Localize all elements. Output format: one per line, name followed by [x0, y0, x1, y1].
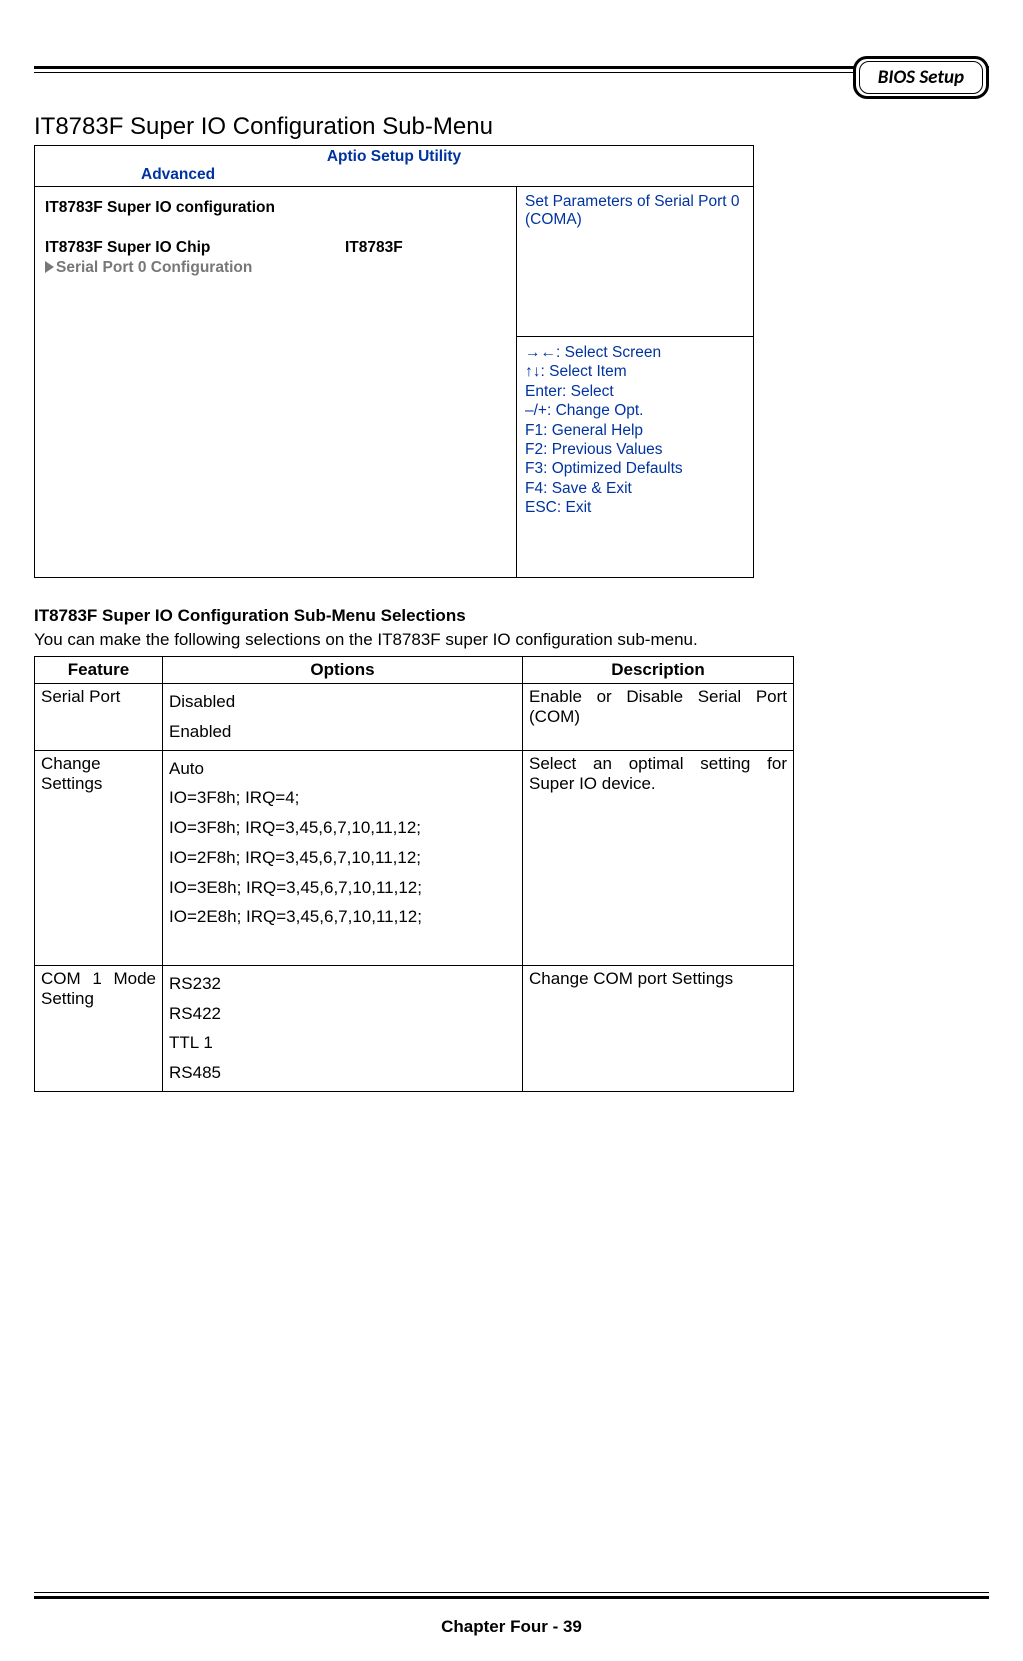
col-description: Description: [523, 657, 794, 684]
cell-description: Enable or Disable Serial Port (COM): [523, 684, 794, 751]
option-item: RS485: [169, 1058, 516, 1088]
cell-description: Change COM port Settings: [523, 965, 794, 1091]
option-item: Disabled: [169, 687, 516, 717]
bios-config-heading: IT8783F Super IO configuration: [45, 199, 506, 217]
key-hint: →←: Select Screen: [525, 343, 745, 362]
table-row: COM 1 Mode Setting RS232 RS422 TTL 1 RS4…: [35, 965, 794, 1091]
footer-divider: [34, 1592, 989, 1599]
key-hint: ↑↓: Select Item: [525, 362, 745, 381]
col-options: Options: [163, 657, 523, 684]
header-divider: [34, 66, 989, 73]
bios-help-text: Set Parameters of Serial Port 0 (COMA): [525, 193, 740, 228]
selections-table: Feature Options Description Serial Port …: [34, 656, 794, 1092]
bios-chip-value: IT8783F: [345, 239, 403, 257]
cell-feature: COM 1 Mode Setting: [35, 965, 163, 1091]
cell-options: Auto IO=3F8h; IRQ=4; IO=3F8h; IRQ=3,45,6…: [163, 750, 523, 965]
cell-description: Select an optimal setting for Super IO d…: [523, 750, 794, 965]
cell-feature: Serial Port: [35, 684, 163, 751]
bios-help-panel: Set Parameters of Serial Port 0 (COMA): [517, 187, 753, 337]
selections-intro: You can make the following selections on…: [34, 630, 989, 650]
bios-key-legend: →←: Select Screen ↑↓: Select Item Enter:…: [517, 337, 753, 577]
option-item: IO=3F8h; IRQ=4;: [169, 783, 516, 813]
bios-screen: Aptio Setup Utility Advanced IT8783F Sup…: [34, 145, 754, 578]
table-row: Serial Port Disabled Enabled Enable or D…: [35, 684, 794, 751]
cell-options: RS232 RS422 TTL 1 RS485: [163, 965, 523, 1091]
bios-main-panel: IT8783F Super IO configuration IT8783F S…: [35, 187, 517, 577]
key-hint: F2: Previous Values: [525, 440, 745, 459]
option-item: RS422: [169, 999, 516, 1029]
triangle-right-icon: [45, 261, 54, 273]
key-hint: F3: Optimized Defaults: [525, 459, 745, 478]
header-badge-text: BIOS Setup: [859, 61, 983, 94]
option-item: IO=2E8h; IRQ=3,45,6,7,10,11,12;: [169, 902, 516, 932]
bios-chip-row: IT8783F Super IO Chip IT8783F: [45, 239, 506, 257]
key-hint: ESC: Exit: [525, 498, 745, 517]
cell-feature: Change Settings: [35, 750, 163, 965]
bios-submenu-label: Serial Port 0 Configuration: [56, 259, 252, 276]
cell-options: Disabled Enabled: [163, 684, 523, 751]
option-item: IO=3E8h; IRQ=3,45,6,7,10,11,12;: [169, 873, 516, 903]
option-item: TTL 1: [169, 1028, 516, 1058]
option-item: Auto: [169, 754, 516, 784]
page-header: BIOS Setup: [34, 66, 989, 73]
table-row: Change Settings Auto IO=3F8h; IRQ=4; IO=…: [35, 750, 794, 965]
bios-chip-label: IT8783F Super IO Chip: [45, 239, 345, 257]
selections-heading: IT8783F Super IO Configuration Sub-Menu …: [34, 606, 989, 626]
key-hint: –/+: Change Opt.: [525, 401, 745, 420]
header-badge: BIOS Setup: [853, 56, 989, 99]
bios-titlebar: Aptio Setup Utility Advanced: [35, 146, 753, 187]
key-hint: F1: General Help: [525, 421, 745, 440]
table-header-row: Feature Options Description: [35, 657, 794, 684]
page-footer: Chapter Four - 39: [34, 1592, 989, 1637]
bios-active-tab[interactable]: Advanced: [141, 166, 747, 184]
option-item: Enabled: [169, 717, 516, 747]
key-hint: Enter: Select: [525, 382, 745, 401]
option-item: RS232: [169, 969, 516, 999]
bios-submenu-serial-port-0[interactable]: Serial Port 0 Configuration: [45, 259, 506, 277]
key-hint: F4: Save & Exit: [525, 479, 745, 498]
option-item: IO=3F8h; IRQ=3,45,6,7,10,11,12;: [169, 813, 516, 843]
option-item: IO=2F8h; IRQ=3,45,6,7,10,11,12;: [169, 843, 516, 873]
footer-text: Chapter Four - 39: [34, 1617, 989, 1637]
page-title: IT8783F Super IO Configuration Sub-Menu: [34, 113, 989, 141]
col-feature: Feature: [35, 657, 163, 684]
bios-utility-title: Aptio Setup Utility: [41, 148, 747, 166]
